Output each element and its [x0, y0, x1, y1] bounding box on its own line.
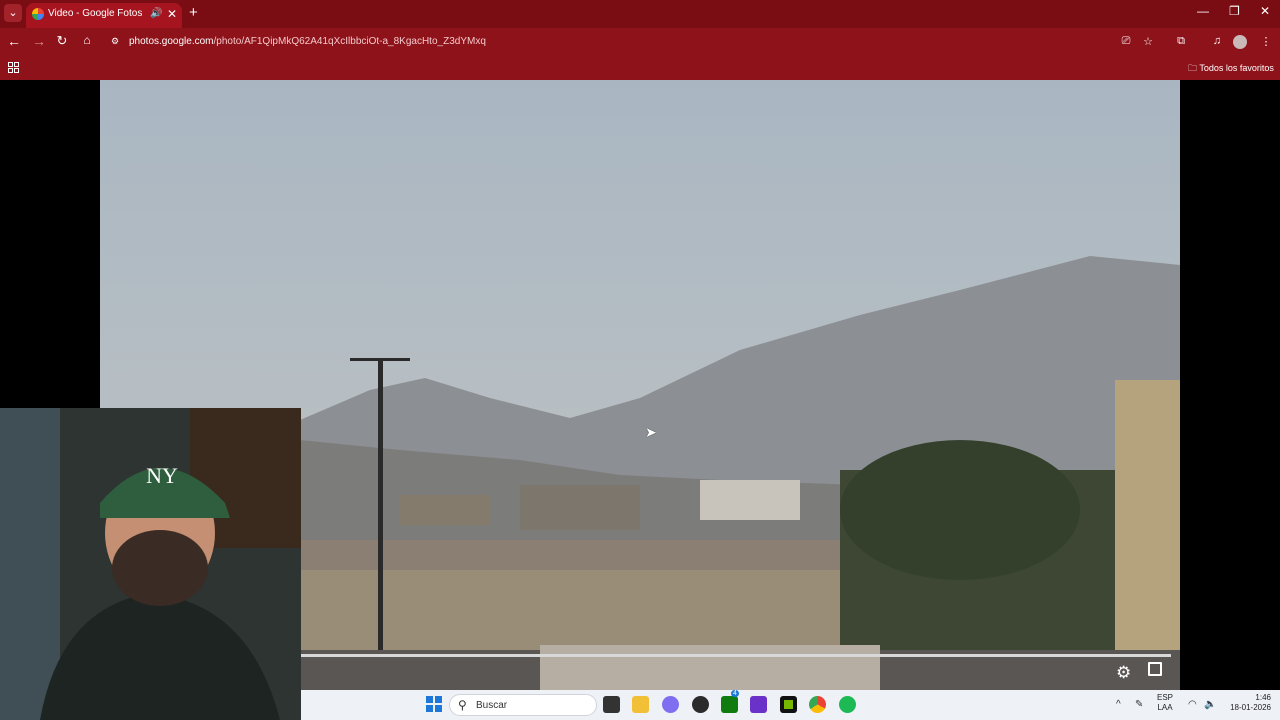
language-indicator[interactable]: ESP LAA	[1157, 693, 1173, 713]
all-bookmarks-button[interactable]: 🗀 Todos los favoritos	[1188, 61, 1274, 77]
forward-icon[interactable]: →	[30, 33, 48, 49]
google-photos-icon	[32, 8, 44, 20]
video-progress-bar[interactable]	[301, 654, 1171, 657]
mouse-cursor-icon: ➤	[645, 424, 657, 440]
language-top: ESP	[1157, 693, 1174, 702]
clipchamp-icon[interactable]	[750, 696, 767, 713]
minimize-icon[interactable]: —	[1197, 4, 1209, 18]
spotify-icon[interactable]	[839, 696, 856, 713]
bookmarks-bar: 🗀 Todos los favoritos	[0, 56, 1280, 80]
browser-chrome: ⌄ Video - Google Fotos 🔊 ✕ + — ❐ ✕ ← → ↻…	[0, 0, 1280, 80]
tab-search-button[interactable]: ⌄	[4, 4, 22, 22]
clock-date: 18-01-2026	[1230, 703, 1271, 712]
webcam-scene: NY	[0, 408, 301, 720]
gear-icon[interactable]: ⚙	[1116, 663, 1131, 683]
close-window-icon[interactable]: ✕	[1260, 4, 1270, 18]
all-bookmarks-label: Todos los favoritos	[1199, 63, 1274, 73]
restore-icon[interactable]: ❐	[1229, 4, 1240, 18]
nvidia-icon[interactable]	[780, 696, 797, 713]
menu-icon[interactable]: ⋮	[1258, 35, 1274, 48]
star-icon[interactable]: ☆	[1140, 35, 1156, 48]
chrome-icon[interactable]	[809, 696, 826, 713]
copilot-icon[interactable]	[662, 696, 679, 713]
url-text[interactable]: photos.google.com/photo/AF1QipMkQ62A41qX…	[129, 36, 486, 47]
chevron-up-icon[interactable]: ^	[1116, 699, 1121, 710]
reload-icon[interactable]: ↻	[53, 33, 71, 49]
back-icon[interactable]: ←	[5, 33, 23, 49]
home-icon[interactable]: ⌂	[78, 33, 96, 47]
folder-icon: 🗀	[1188, 63, 1200, 73]
task-view-icon[interactable]	[603, 696, 620, 713]
url-path: /photo/AF1QipMkQ62A41qXcIlbbciOt-a_8Kgac…	[213, 36, 486, 47]
fullscreen-icon[interactable]	[1148, 662, 1162, 676]
install-app-icon[interactable]: ⎚	[1118, 35, 1134, 48]
close-icon[interactable]: ✕	[167, 3, 177, 25]
search-icon: ⚲	[458, 698, 467, 712]
taskbar-search-box[interactable]: ⚲ Buscar	[449, 694, 597, 716]
tab-google-fotos[interactable]: Video - Google Fotos 🔊 ✕	[26, 3, 182, 28]
start-button[interactable]	[426, 696, 442, 712]
tab-strip: ⌄ Video - Google Fotos 🔊 ✕ + — ❐ ✕	[0, 0, 1280, 28]
toolbar: ← → ↻ ⌂ ⚙ photos.google.com/photo/AF1Qip…	[0, 28, 1280, 56]
wifi-icon[interactable]: ◠	[1188, 699, 1197, 710]
url-domain: photos.google.com	[129, 36, 214, 47]
clock-time: 1:46	[1255, 693, 1271, 702]
pen-icon[interactable]: ✎	[1135, 699, 1143, 710]
webcam-overlay: NY	[0, 408, 301, 720]
volume-icon[interactable]: 🔈	[1204, 699, 1216, 710]
xbox-badge: 4	[731, 690, 739, 697]
apps-grid-icon[interactable]	[8, 62, 19, 73]
extensions-icon[interactable]: ⧉	[1173, 35, 1189, 48]
file-explorer-icon[interactable]	[632, 696, 649, 713]
profile-avatar[interactable]	[1233, 35, 1247, 49]
windows-taskbar: ⚲ Buscar 4 ^ ✎ ESP LAA ◠ 🔈 1:46 18-01-20…	[301, 690, 1280, 720]
search-placeholder: Buscar	[476, 700, 508, 711]
cap-logo-icon: NY	[146, 463, 178, 488]
new-tab-button[interactable]: +	[189, 4, 198, 21]
speaker-icon[interactable]: 🔊	[150, 3, 162, 25]
xbox-icon[interactable]: 4	[721, 690, 739, 713]
media-control-icon[interactable]: ♫	[1209, 35, 1225, 47]
tab-title: Video - Google Fotos	[48, 8, 143, 19]
steam-icon[interactable]	[692, 696, 709, 713]
clock[interactable]: 1:46 18-01-2026	[1225, 693, 1271, 713]
site-info-icon[interactable]: ⚙	[107, 36, 123, 47]
language-bottom: LAA	[1157, 703, 1173, 712]
